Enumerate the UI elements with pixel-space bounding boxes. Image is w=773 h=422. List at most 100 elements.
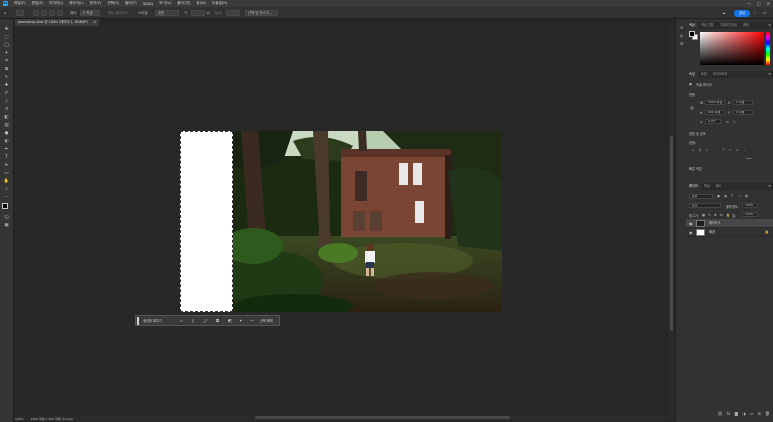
document-canvas[interactable] xyxy=(180,131,502,312)
tab-patterns[interactable]: 패턴 xyxy=(740,22,752,29)
link-layers-icon[interactable]: ⛓ xyxy=(718,410,723,418)
history-panel-icon[interactable]: ⟲ xyxy=(678,25,685,31)
cloud-icon[interactable]: ☁ xyxy=(722,10,725,16)
lasso-tool-icon[interactable]: ◯ xyxy=(3,43,10,49)
lock-artboard-icon[interactable]: ⊡ xyxy=(720,213,723,217)
layers-panel-menu-icon[interactable]: ≡ xyxy=(768,183,771,190)
workspace-icon[interactable]: ▭ xyxy=(763,10,766,16)
flip-vertical-icon[interactable]: ⥮ xyxy=(733,120,735,124)
lock-transparent-icon[interactable]: ▦ xyxy=(702,213,705,217)
mask-icon[interactable]: ◘ xyxy=(216,316,219,326)
more-options-icon[interactable]: ✦ xyxy=(239,316,242,326)
color-saturation-field[interactable] xyxy=(700,32,764,65)
quick-mask-icon[interactable]: ◫ xyxy=(3,215,10,221)
tab-swatches[interactable]: 색상 견본 xyxy=(698,22,717,29)
gradient-tool-icon[interactable]: ▤ xyxy=(3,123,10,129)
tab-layers[interactable]: 레이어 xyxy=(686,183,701,190)
more-align-button[interactable]: ••• xyxy=(746,157,752,161)
filter-shape-icon[interactable]: ▭ xyxy=(738,194,741,198)
fill-field[interactable]: 100% xyxy=(742,212,758,217)
select-and-mask-button[interactable]: 선택 및 마스크... xyxy=(245,10,278,16)
filter-adjust-icon[interactable]: ◑ xyxy=(724,194,727,198)
deselect-button[interactable]: 선택 해제 xyxy=(260,316,273,326)
deselect-icon[interactable]: — xyxy=(250,316,254,326)
filter-type-icon[interactable]: T xyxy=(731,194,733,198)
properties-panel-menu-icon[interactable]: ≡ xyxy=(768,71,771,78)
layer-name[interactable]: 배경 xyxy=(709,228,715,237)
lock-all-icon[interactable]: 🔒 xyxy=(726,213,730,217)
align-right-icon[interactable]: ⫸ xyxy=(706,148,708,152)
selection-marquee[interactable] xyxy=(180,131,233,312)
lock-image-icon[interactable]: ✎ xyxy=(708,213,711,217)
blend-mode-select[interactable]: 표준 xyxy=(689,203,721,208)
fill-selection-icon[interactable]: ◩ xyxy=(228,316,232,326)
color-panel-swatches[interactable] xyxy=(689,31,699,41)
subtract-selection-button[interactable] xyxy=(49,10,55,16)
lock-position-icon[interactable]: ✥ xyxy=(714,213,717,217)
document-tab[interactable]: photoshop-kids @ 100% (레이어 1, RGB/8*) × xyxy=(15,19,99,26)
angle-field[interactable]: 0.00° xyxy=(705,119,721,124)
color-panel-foreground-swatch[interactable] xyxy=(689,31,695,37)
tab-gradients[interactable]: 그레이디언트 xyxy=(717,22,741,29)
width-field[interactable]: 1600 픽셀 xyxy=(705,100,725,105)
brush-tool-icon[interactable]: ✐ xyxy=(3,91,10,97)
maximize-button[interactable]: ▢ xyxy=(757,1,761,6)
clone-stamp-tool-icon[interactable]: ⊥ xyxy=(3,99,10,105)
align-bottom-icon[interactable]: ⊥ xyxy=(736,148,739,152)
y-field[interactable]: 0 픽셀 xyxy=(733,110,753,115)
align-top-icon[interactable]: ⊤ xyxy=(722,148,725,152)
align-center-icon[interactable]: ⫼ xyxy=(699,148,700,152)
menu-edit[interactable]: 편집(E) xyxy=(31,1,43,6)
menu-image[interactable]: 이미지(I) xyxy=(49,1,63,6)
layer-style-icon[interactable]: fx xyxy=(727,410,731,418)
layer-row-background[interactable]: ◉ 배경 🔒 xyxy=(686,228,773,237)
minimize-button[interactable]: — xyxy=(747,1,751,6)
foreground-color-swatch[interactable] xyxy=(2,203,8,209)
share-button[interactable]: 공유 xyxy=(734,9,750,17)
menu-filter[interactable]: 필터(T) xyxy=(125,1,137,6)
crop-tool-icon[interactable]: ⌗ xyxy=(3,59,10,65)
path-select-tool-icon[interactable]: ➤ xyxy=(3,163,10,169)
menu-type[interactable]: 문자(Y) xyxy=(90,1,102,6)
document-info[interactable]: 1600 픽셀 x 900 픽셀 (72 ppi) xyxy=(31,417,74,421)
opacity-field[interactable]: 100% xyxy=(742,203,758,208)
comments-panel-icon[interactable]: ☰ xyxy=(678,41,685,47)
intersect-selection-button[interactable] xyxy=(57,10,63,16)
menu-window[interactable]: 창(W) xyxy=(196,1,206,6)
healing-brush-tool-icon[interactable]: ✚ xyxy=(3,83,10,89)
color-panel-menu-icon[interactable]: ≡ xyxy=(768,22,771,29)
flip-horizontal-icon[interactable]: ⇋ xyxy=(726,120,729,124)
link-dimensions-icon[interactable]: ⛓ xyxy=(690,106,694,110)
frame-tool-icon[interactable]: ⊠ xyxy=(3,67,10,73)
tab-channels[interactable]: 채널 xyxy=(701,183,713,190)
swap-icon[interactable]: ⇄ xyxy=(207,10,210,16)
blur-tool-icon[interactable]: ● xyxy=(3,131,10,137)
marquee-tool-icon[interactable]: ⬚ xyxy=(3,35,10,41)
add-selection-button[interactable] xyxy=(41,10,47,16)
visibility-eye-icon[interactable]: ◉ xyxy=(689,221,693,226)
transform-selection-icon[interactable]: ⤢ xyxy=(204,316,207,326)
type-tool-icon[interactable]: T xyxy=(3,155,10,161)
object-select-tool-icon[interactable]: ✦ xyxy=(3,51,10,57)
layer-filter-select[interactable]: 종류 xyxy=(689,194,713,199)
tab-color[interactable]: 색상 xyxy=(686,22,698,29)
menu-3d[interactable]: 3D(D) xyxy=(143,2,154,6)
delete-layer-icon[interactable]: 🗑 xyxy=(765,410,770,418)
layer-name[interactable]: 레이어 1 xyxy=(709,219,721,228)
modify-selection-icon[interactable]: ↙ xyxy=(180,316,183,326)
tab-paths[interactable]: 패스 xyxy=(713,183,725,190)
rectangle-tool-icon[interactable]: ▭ xyxy=(3,171,10,177)
move-tool-icon[interactable]: ✥ xyxy=(3,27,10,33)
menu-view[interactable]: 보기(V) xyxy=(159,1,171,6)
hand-tool-icon[interactable]: ✋ xyxy=(3,179,10,185)
filter-pixel-icon[interactable]: ▣ xyxy=(717,194,720,198)
horizontal-scroll-thumb[interactable] xyxy=(255,416,510,419)
add-mask-icon[interactable]: ◙ xyxy=(734,410,738,418)
style-select[interactable]: 표준 xyxy=(155,10,179,16)
eyedropper-tool-icon[interactable]: ✎ xyxy=(3,75,10,81)
tool-color-swatches[interactable] xyxy=(2,203,12,213)
x-field[interactable]: 0 픽셀 xyxy=(733,100,753,105)
align-section-title[interactable]: 정렬 및 분포 xyxy=(689,131,706,136)
zoom-level[interactable]: 100% xyxy=(15,417,24,421)
align-left-icon[interactable]: ⫷ xyxy=(692,148,694,152)
